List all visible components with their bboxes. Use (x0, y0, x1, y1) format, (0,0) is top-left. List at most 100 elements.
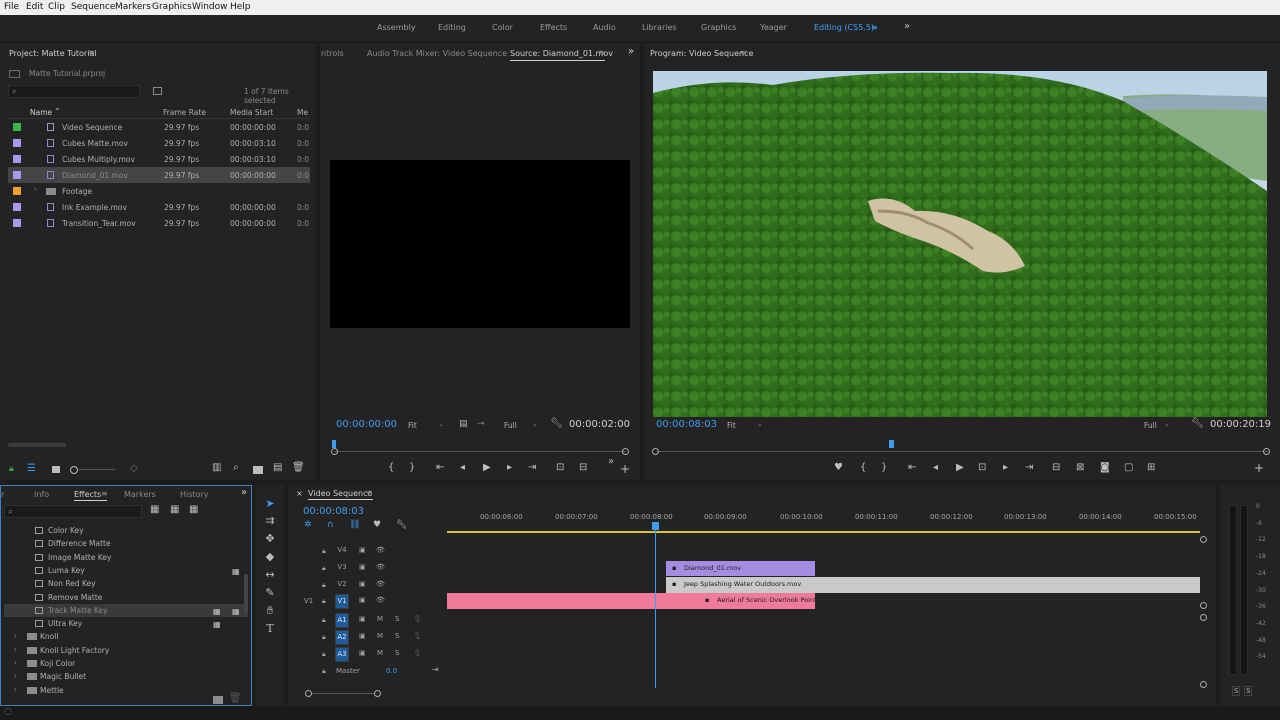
effect-row[interactable]: Color Key (4, 524, 248, 537)
label-color-swatch[interactable] (13, 155, 21, 163)
project-item-row[interactable]: Cubes Multiply.mov 29.97 fps 00:00:03:10 0:… (8, 151, 310, 167)
program-compare-icon[interactable]: ⊞ (1147, 462, 1155, 473)
source-scrub-bar[interactable] (334, 451, 626, 452)
workspace-tab-effects[interactable]: Effects (540, 23, 567, 32)
label-color-swatch[interactable] (13, 139, 21, 147)
source-overwrite-icon[interactable]: ⊟ (579, 462, 587, 473)
column-media-extra[interactable]: Me (297, 108, 308, 117)
track-label[interactable]: V4 (335, 544, 349, 559)
label-color-swatch[interactable] (13, 123, 21, 131)
menu-window[interactable]: Window (192, 2, 228, 12)
timeline-zoom-end[interactable] (374, 690, 381, 697)
zoom-slider-handle[interactable] (70, 466, 78, 474)
lock-icon[interactable]: 🔒︎ (322, 581, 326, 590)
track-label[interactable]: V2 (335, 578, 349, 593)
label-color-swatch[interactable] (13, 203, 21, 211)
program-go-to-out-icon[interactable]: ⇥ (1025, 462, 1033, 473)
source-go-to-out-icon[interactable]: ⇥ (528, 462, 536, 473)
eye-icon[interactable]: 👁︎ (376, 596, 385, 604)
mute-button[interactable]: M (377, 615, 383, 623)
mute-button[interactable]: M (377, 649, 383, 657)
lock-icon[interactable]: 🔒︎ (322, 667, 326, 676)
program-lift-icon[interactable]: ⊟ (1052, 462, 1060, 473)
source-settings-icon[interactable]: ▤ (459, 419, 468, 429)
program-play-icon[interactable]: ▶ (956, 462, 964, 473)
lock-icon[interactable]: 🔒︎ (322, 597, 326, 606)
source-scrub-end[interactable] (622, 448, 629, 455)
program-scrub-end[interactable] (1263, 448, 1270, 455)
lock-icon[interactable]: 🔒︎ (322, 564, 326, 573)
sync-lock-icon[interactable]: ▣ (359, 615, 366, 623)
meter-solo-left[interactable]: S (1232, 686, 1241, 696)
program-export-frame-icon[interactable]: ◙ (1100, 462, 1110, 473)
tab-effects-overflow[interactable]: r (1, 490, 4, 499)
program-step-back-icon[interactable]: ◂ (933, 462, 938, 473)
list-view-icon[interactable]: ☰ (27, 463, 36, 474)
master-go-to-end-icon[interactable]: ⇥ (432, 665, 439, 674)
expand-chevron-icon[interactable]: › (34, 185, 37, 193)
lock-icon[interactable]: 🔒︎ (322, 547, 326, 556)
source-insert-button-icon[interactable]: ⊡ (556, 462, 564, 473)
sync-lock-icon[interactable]: ▣ (359, 580, 366, 588)
track-label[interactable]: A3 (335, 647, 349, 662)
program-menu-icon[interactable]: ≡ (740, 48, 747, 57)
workspace-tab-editing-cs55[interactable]: Editing (CS5.5) (814, 23, 874, 32)
menu-graphics[interactable]: Graphics (152, 2, 192, 12)
master-level[interactable]: 0.0 (386, 667, 397, 675)
source-fit-select[interactable]: Fit (408, 421, 417, 430)
solo-button[interactable]: S (395, 649, 399, 657)
column-name[interactable]: Name (30, 108, 52, 117)
track-label[interactable]: A1 (335, 613, 349, 628)
effects-menu-icon[interactable]: ≡ (101, 489, 108, 498)
effects-search-input[interactable]: ⌕ (4, 505, 142, 518)
microphone-icon[interactable]: 🎙︎ (413, 632, 422, 640)
selection-tool-icon[interactable]: ➤ (262, 496, 278, 512)
effects-folder-row[interactable]: › Knoll Light Factory (4, 644, 248, 657)
timeline-vscroll-top[interactable] (1200, 536, 1207, 543)
tab-audio-track-mixer[interactable]: Audio Track Mixer: Video Sequence (367, 49, 507, 58)
timeline-clip-v2[interactable]: ▪ Jeep Splashing Water Outdoors.mov (666, 577, 1200, 593)
new-item-icon[interactable]: ▤ (273, 462, 282, 473)
program-go-to-in-icon[interactable]: ⇤ (908, 462, 916, 473)
project-item-row[interactable]: › Footage (8, 183, 310, 199)
workspace-tab-assembly[interactable]: Assembly (377, 23, 416, 32)
effect-row[interactable]: Remove Matte (4, 591, 248, 604)
new-search-bin-icon[interactable] (153, 87, 162, 95)
eye-icon[interactable]: 👁︎ (376, 580, 385, 588)
workspace-overflow-icon[interactable]: » (904, 21, 910, 32)
lock-icon[interactable]: 🔒︎ (322, 650, 326, 659)
program-fit-select[interactable]: Fit (727, 421, 736, 430)
workspace-tab-graphics[interactable]: Graphics (701, 23, 736, 32)
yuv-effects-icon[interactable]: ▦ (189, 504, 198, 515)
microphone-icon[interactable]: 🎙︎ (413, 615, 422, 623)
project-scrollbar[interactable] (8, 443, 66, 447)
menu-markers[interactable]: Markers (115, 2, 151, 12)
column-media-start[interactable]: Media Start (230, 108, 273, 117)
label-color-swatch[interactable] (13, 171, 21, 179)
mute-button[interactable]: M (377, 632, 383, 640)
project-item-row[interactable]: Cubes Matte.mov 29.97 fps 00:00:03:10 0:0 (8, 135, 310, 151)
ripple-edit-tool-icon[interactable]: ✥ (262, 531, 278, 547)
track-label[interactable]: V1 (335, 594, 349, 609)
effects-overflow-icon[interactable]: » (241, 487, 247, 498)
effects-scrollbar[interactable] (244, 574, 248, 614)
source-step-back-icon[interactable]: ◂ (460, 462, 465, 473)
sync-lock-icon[interactable]: ▣ (359, 563, 366, 571)
solo-button[interactable]: S (395, 632, 399, 640)
microphone-icon[interactable]: 🎙︎ (413, 649, 422, 657)
source-mark-out-icon[interactable]: } (409, 462, 415, 473)
expand-chevron-icon[interactable]: › (14, 658, 17, 667)
menu-help[interactable]: Help (230, 2, 251, 12)
trash-icon[interactable]: 🗑︎ (292, 462, 305, 473)
source-quality-select[interactable]: Full (504, 421, 517, 430)
sync-lock-icon[interactable]: ▣ (359, 546, 366, 554)
time-ruler[interactable]: 00:00:06:00 00:00:07:00 00:00:08:00 00:0… (288, 513, 1216, 533)
effect-row[interactable]: Difference Matte (4, 537, 248, 550)
timeline-menu-icon[interactable]: ≡ (366, 488, 373, 497)
program-timecode[interactable]: 00:00:08:03 (656, 419, 717, 430)
workspace-tab-yeager[interactable]: Yeager (760, 23, 787, 32)
label-color-swatch[interactable] (13, 187, 21, 195)
source-go-to-in-icon[interactable]: ⇤ (436, 462, 444, 473)
sync-lock-icon[interactable]: ▣ (359, 596, 366, 604)
track-label[interactable]: V3 (335, 561, 349, 576)
